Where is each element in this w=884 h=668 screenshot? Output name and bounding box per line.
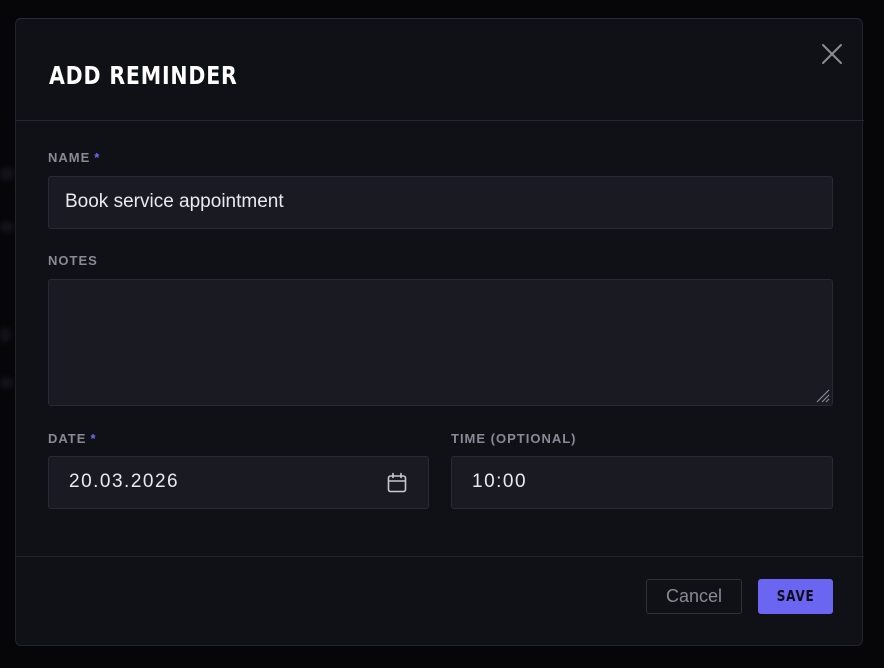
date-label: DATE * — [48, 431, 97, 447]
resize-grip-icon[interactable] — [813, 386, 831, 404]
name-label-text: NAME — [48, 150, 91, 165]
date-label-text: DATE — [48, 431, 87, 446]
notes-label: NOTES — [48, 253, 98, 268]
background-content — [0, 328, 10, 342]
cancel-button[interactable]: Cancel — [646, 579, 742, 614]
background-content — [0, 378, 14, 388]
background-content — [0, 168, 14, 180]
save-button-label: SAVE — [776, 587, 815, 605]
date-field[interactable]: 20.03.2026 — [48, 456, 429, 509]
name-label: NAME * — [48, 150, 100, 166]
name-required-marker: * — [94, 150, 101, 165]
close-icon — [822, 44, 842, 64]
save-button[interactable]: SAVE — [758, 579, 833, 614]
dialog-header: ADD REMINDER — [16, 19, 864, 121]
background-content — [0, 222, 14, 232]
notes-textarea[interactable] — [48, 279, 833, 406]
time-field[interactable]: 10:00 — [451, 456, 833, 509]
name-field[interactable]: Book service appointment — [48, 176, 833, 229]
calendar-icon[interactable] — [386, 472, 408, 494]
time-label: TIME (OPTIONAL) — [451, 431, 577, 446]
time-field-value: 10:00 — [472, 471, 528, 492]
dialog-title: ADD REMINDER — [49, 61, 238, 90]
name-field-value: Book service appointment — [65, 191, 284, 212]
close-button[interactable] — [821, 43, 843, 65]
dialog-footer: Cancel SAVE — [16, 556, 864, 647]
date-required-marker: * — [90, 431, 97, 446]
date-field-value: 20.03.2026 — [69, 471, 180, 492]
add-reminder-dialog: ADD REMINDER NAME * Book service appointm… — [15, 18, 864, 647]
